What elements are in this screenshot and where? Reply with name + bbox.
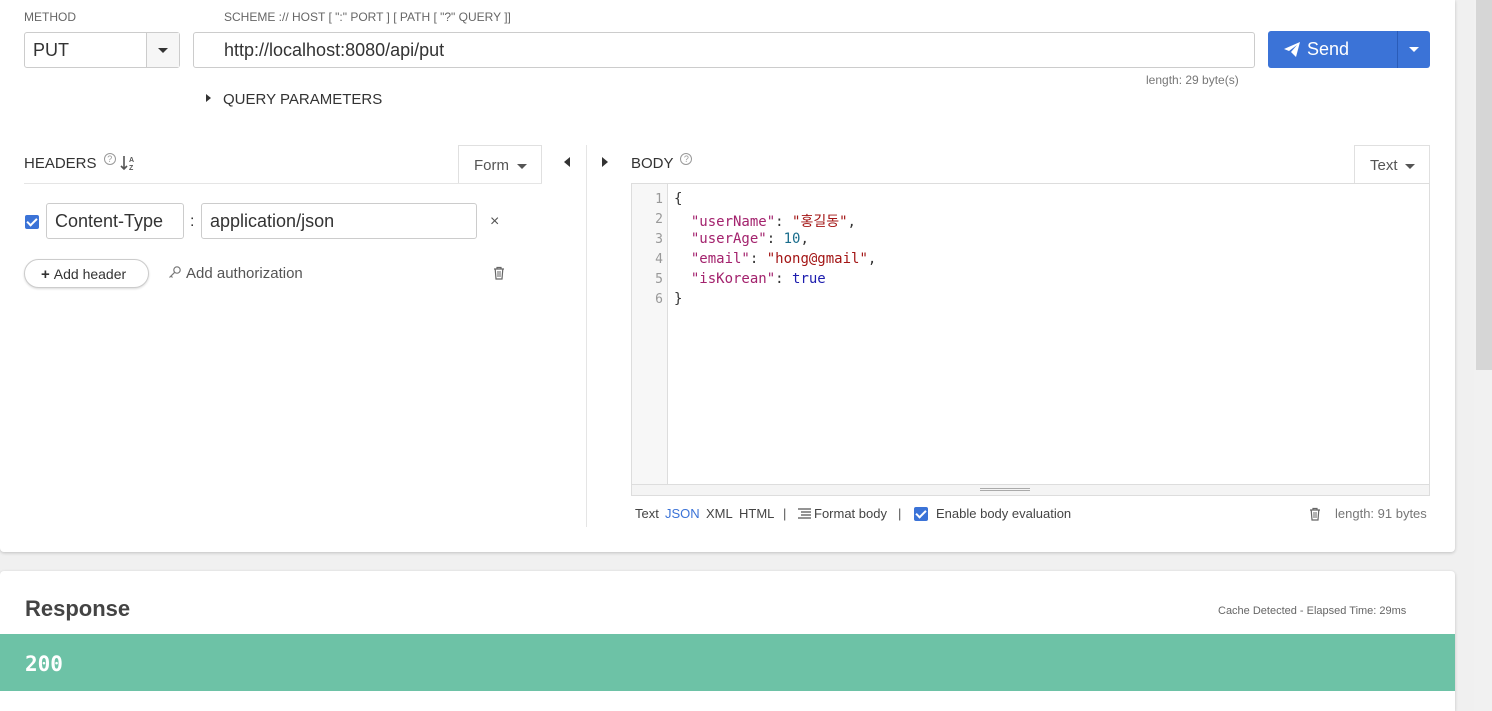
send-button-group: Send — [1268, 31, 1430, 68]
url-length: length: 29 byte(s) — [1146, 73, 1239, 87]
format-text[interactable]: Text — [635, 506, 659, 521]
headers-title-text: HEADERS — [24, 155, 97, 172]
help-icon[interactable]: ? — [680, 153, 693, 165]
send-label: Send — [1307, 39, 1350, 59]
line-number-gutter: 1 2 3 4 5 6 — [632, 184, 668, 484]
response-title: Response — [25, 596, 131, 621]
code-line: "isKorean": true — [690, 271, 826, 287]
grip-icon — [980, 488, 1030, 491]
sort-icon[interactable]: A Z — [120, 154, 136, 175]
enable-body-evaluation-checkbox[interactable] — [914, 507, 928, 521]
query-parameters-label: QUERY PARAMETERS — [223, 91, 383, 108]
cache-status: Cache Detected - Elapsed Time: 29ms — [1218, 605, 1407, 617]
trash-icon[interactable] — [1309, 507, 1321, 521]
chevron-down-icon — [1409, 47, 1419, 52]
send-button[interactable]: Send — [1268, 31, 1398, 68]
svg-text:A: A — [129, 157, 134, 164]
editor-resize-handle[interactable] — [631, 485, 1430, 496]
body-editor[interactable]: 1 2 3 4 5 6 { "userName": "홍길동", "userAg… — [631, 183, 1430, 485]
url-label: SCHEME :// HOST [ ":" PORT ] [ PATH [ "?… — [224, 10, 511, 24]
body-title-text: BODY — [631, 155, 674, 172]
line-number: 2 — [655, 212, 663, 227]
status-code: 200 — [25, 652, 63, 676]
line-number: 5 — [655, 272, 663, 287]
header-separator: : — [190, 213, 195, 230]
method-value: PUT — [33, 40, 69, 60]
code-line: { — [674, 191, 683, 207]
method-dropdown-toggle[interactable] — [146, 33, 179, 67]
status-bar — [0, 634, 1455, 691]
body-mode-dropdown[interactable]: Text — [1354, 145, 1430, 184]
line-number: 3 — [655, 232, 663, 247]
code-line: "userAge": 10, — [690, 231, 809, 247]
method-select[interactable]: PUT — [24, 32, 180, 68]
separator: | — [783, 506, 787, 521]
add-authorization-button[interactable]: Add authorization — [168, 265, 303, 282]
remove-header-icon[interactable]: × — [490, 213, 499, 231]
headers-mode-label: Form — [474, 157, 509, 174]
line-number: 1 — [655, 192, 663, 207]
add-header-label: Add header — [53, 266, 127, 282]
svg-text:Z: Z — [129, 165, 134, 172]
chevron-down-icon — [517, 164, 527, 169]
align-left-icon — [798, 508, 811, 519]
chevron-down-icon — [1405, 164, 1415, 169]
format-json[interactable]: JSON — [665, 506, 700, 521]
header-enabled-checkbox[interactable] — [25, 215, 39, 229]
collapse-right-icon[interactable] — [602, 157, 608, 167]
chevron-down-icon — [158, 48, 168, 53]
collapse-left-icon[interactable] — [564, 157, 570, 167]
help-icon[interactable]: ? — [103, 153, 116, 165]
body-title: BODY ? — [631, 153, 693, 172]
add-authorization-label: Add authorization — [186, 265, 303, 282]
send-dropdown-toggle[interactable] — [1399, 31, 1430, 68]
trash-icon[interactable] — [493, 266, 505, 280]
format-html[interactable]: HTML — [739, 506, 774, 521]
code-line: "userName": "홍길동", — [690, 214, 856, 230]
format-xml[interactable]: XML — [706, 506, 733, 521]
url-input[interactable] — [193, 32, 1255, 68]
body-length: length: 91 bytes — [1335, 506, 1427, 521]
code-line: "email": "hong@gmail", — [690, 251, 877, 267]
line-number: 4 — [655, 252, 663, 267]
headers-mode-dropdown[interactable]: Form — [458, 145, 542, 184]
panel-divider[interactable] — [586, 145, 587, 527]
header-value-input[interactable] — [201, 203, 477, 239]
format-body-button[interactable]: Format body — [798, 506, 887, 521]
add-header-button[interactable]: + Add header — [24, 259, 149, 288]
expand-arrow-icon — [206, 94, 211, 103]
header-name-input[interactable] — [46, 203, 184, 239]
paper-plane-icon — [1284, 42, 1300, 57]
separator: | — [898, 506, 902, 521]
query-parameters-toggle[interactable]: QUERY PARAMETERS — [206, 91, 382, 108]
plus-icon: + — [41, 266, 50, 283]
headers-title: HEADERS ? — [24, 153, 116, 172]
line-number: 6 — [655, 292, 663, 307]
headers-divider — [24, 183, 542, 184]
format-body-label: Format body — [814, 506, 887, 521]
method-label: METHOD — [24, 10, 76, 24]
scrollbar-thumb[interactable] — [1476, 0, 1492, 370]
body-mode-label: Text — [1370, 157, 1398, 174]
code-line: } — [674, 291, 683, 307]
enable-body-evaluation-label[interactable]: Enable body evaluation — [936, 506, 1071, 521]
key-icon — [169, 266, 181, 278]
